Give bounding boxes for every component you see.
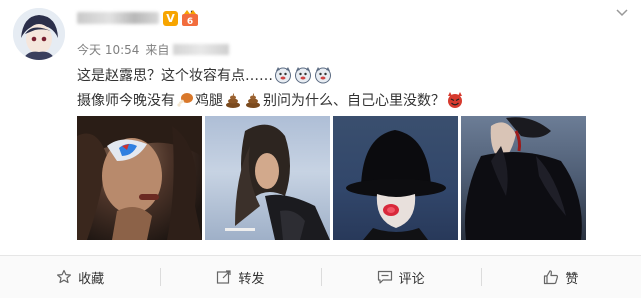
photo-grid bbox=[77, 116, 586, 240]
doge-icon bbox=[295, 67, 311, 84]
post-photo-3[interactable] bbox=[333, 116, 458, 240]
star-icon bbox=[57, 269, 72, 284]
comment-label: 评论 bbox=[398, 271, 425, 287]
devil-icon bbox=[448, 92, 462, 108]
doge-icon bbox=[275, 67, 291, 84]
thumbs-up-icon bbox=[544, 270, 559, 285]
doge-icon bbox=[315, 67, 331, 84]
comment-icon bbox=[377, 270, 392, 284]
chevron-down-icon[interactable] bbox=[615, 6, 629, 20]
post-text-line-1: 这是赵露思？这个妆容有点…… bbox=[77, 65, 333, 85]
post-action-bar: 收藏 转发 评论 赞 bbox=[0, 256, 641, 298]
post-text-part: 摄像师今晚没有 bbox=[77, 93, 175, 109]
repost-icon bbox=[217, 270, 231, 284]
post-time[interactable]: 今天 10:54 bbox=[77, 41, 139, 58]
chicken-leg-icon bbox=[177, 93, 193, 107]
repost-button[interactable]: 转发 bbox=[160, 256, 320, 298]
verified-badge-icon[interactable]: V bbox=[163, 11, 178, 26]
username-redacted bbox=[77, 12, 159, 24]
post-source-redacted bbox=[173, 44, 230, 55]
post-meta: 今天 10:54 来自 bbox=[77, 41, 230, 58]
poop-icon bbox=[226, 93, 240, 108]
like-label: 赞 bbox=[565, 271, 579, 287]
poop-icon bbox=[246, 93, 260, 108]
post-photo-1[interactable] bbox=[77, 116, 202, 240]
post-photo-2[interactable] bbox=[205, 116, 330, 240]
weibo-post-card: 一 刂 V 6 今天 10:54 来自 这是赵露思？这个妆容有点…… bbox=[0, 0, 641, 298]
like-button[interactable]: 赞 bbox=[480, 256, 641, 298]
post-text-part: 鸡腿 bbox=[195, 93, 223, 109]
favorite-button[interactable]: 收藏 bbox=[0, 256, 160, 298]
post-photo-4[interactable] bbox=[461, 116, 586, 240]
post-text-line-2: 摄像师今晚没有 鸡腿 别问为什么、自己心里没数？ bbox=[77, 90, 465, 110]
favorite-label: 收藏 bbox=[78, 271, 105, 287]
post-source-label: 来自 bbox=[145, 43, 170, 57]
post-text-part: 别问为什么、自己心里没数？ bbox=[263, 93, 445, 109]
avatar[interactable] bbox=[13, 8, 65, 60]
repost-label: 转发 bbox=[238, 271, 265, 287]
comment-button[interactable]: 评论 bbox=[320, 256, 481, 298]
svg-text:6: 6 bbox=[187, 17, 193, 27]
post-text: 这是赵露思？这个妆容有点…… bbox=[77, 68, 273, 84]
member-level-icon[interactable]: 6 bbox=[181, 10, 199, 27]
